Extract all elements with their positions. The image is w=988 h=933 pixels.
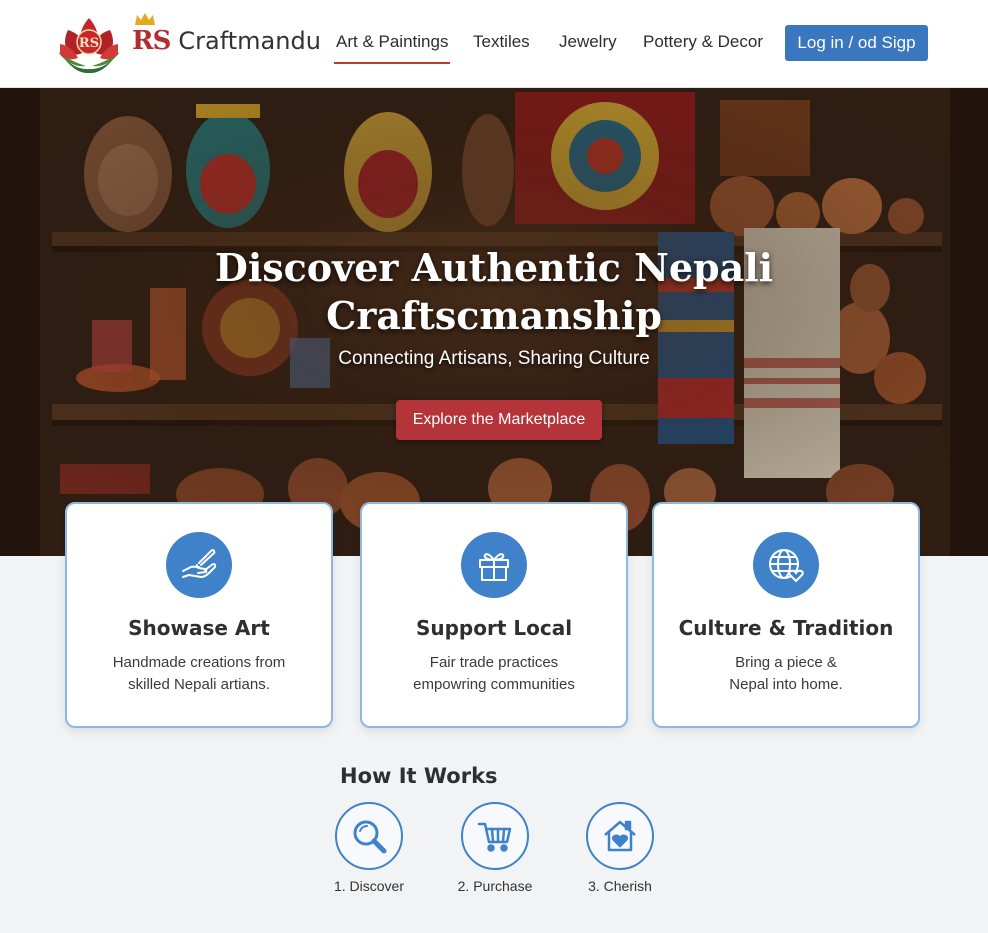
brand-name: Craftmandu xyxy=(178,27,321,55)
nav-item-textiles[interactable]: Textiles xyxy=(473,32,530,52)
nav-item-art-paintings[interactable]: Art & Paintings xyxy=(333,32,451,64)
feature-description-line-1: Bring a piece & xyxy=(735,654,837,671)
step-purchase[interactable]: 2. Purchase xyxy=(440,802,550,894)
search-icon[interactable] xyxy=(335,802,403,870)
hero-banner: Discover Authentic Nepali Craftscmanship… xyxy=(0,88,988,556)
step-label: 3. Cherish xyxy=(588,878,652,894)
feature-description-line-1: Handmade creations from xyxy=(112,654,286,671)
feature-description: Fair trade practices empowring communiti… xyxy=(382,652,606,696)
nav-item-pottery-decor[interactable]: Pottery & Decor xyxy=(643,32,763,52)
globe-heart-icon xyxy=(753,532,819,598)
feature-description-line-2: empowring communities xyxy=(413,676,575,693)
home-heart-icon[interactable] xyxy=(586,802,654,870)
login-signup-button[interactable]: Log in / od Sigp xyxy=(785,25,928,61)
nav-item-jewelry[interactable]: Jewelry xyxy=(559,32,617,52)
step-label: 1. Discover xyxy=(333,878,405,894)
feature-title: Culture & Tradition xyxy=(678,616,894,640)
brand-wordmark[interactable]: RS Craftmandu xyxy=(132,13,321,62)
feature-description: Handmade creations from skilled Nepali a… xyxy=(87,652,311,696)
cart-icon[interactable] xyxy=(461,802,529,870)
logo-badge-text: RS xyxy=(79,36,99,51)
step-label: 2. Purchase xyxy=(457,878,533,894)
feature-description-line-2: skilled Nepali artians. xyxy=(128,676,270,693)
feature-card-showcase-art[interactable]: Showase Art Handmade creations from skil… xyxy=(65,502,333,728)
hero-title: Discover Authentic Nepali Craftscmanship xyxy=(0,244,988,340)
brand-initials-wrap: RS xyxy=(132,13,171,56)
how-it-works-title: How It Works xyxy=(340,764,498,788)
hero-title-line-2: Craftscmanship xyxy=(326,293,662,338)
feature-title: Showase Art xyxy=(128,616,270,640)
feature-description-line-1: Fair trade practices xyxy=(429,654,559,671)
feature-card-support-local[interactable]: Support Local Fair trade practices empow… xyxy=(360,502,628,728)
hero-title-line-1: Discover Authentic Nepali xyxy=(214,245,774,290)
crown-icon xyxy=(135,13,155,25)
explore-marketplace-button[interactable]: Explore the Marketplace xyxy=(396,400,602,440)
feature-description-line-2: Nepal into home. xyxy=(729,676,843,693)
site-header: RS RS Craftmandu Art & Paintings Textile… xyxy=(0,0,988,88)
feature-card-culture-tradition[interactable]: Culture & Tradition Bring a piece & Nepa… xyxy=(652,502,920,728)
step-discover[interactable]: 1. Discover xyxy=(314,802,424,894)
brand-initials: RS xyxy=(132,26,171,56)
feature-title: Support Local xyxy=(415,616,573,640)
lotus-logo-icon[interactable]: RS xyxy=(54,12,124,74)
step-cherish[interactable]: 3. Cherish xyxy=(565,802,675,894)
gift-icon xyxy=(461,532,527,598)
hero-subtitle: Connecting Artisans, Sharing Culture xyxy=(338,348,650,369)
feature-description: Bring a piece & Nepal into home. xyxy=(674,652,898,696)
hand-brush-icon xyxy=(166,532,232,598)
